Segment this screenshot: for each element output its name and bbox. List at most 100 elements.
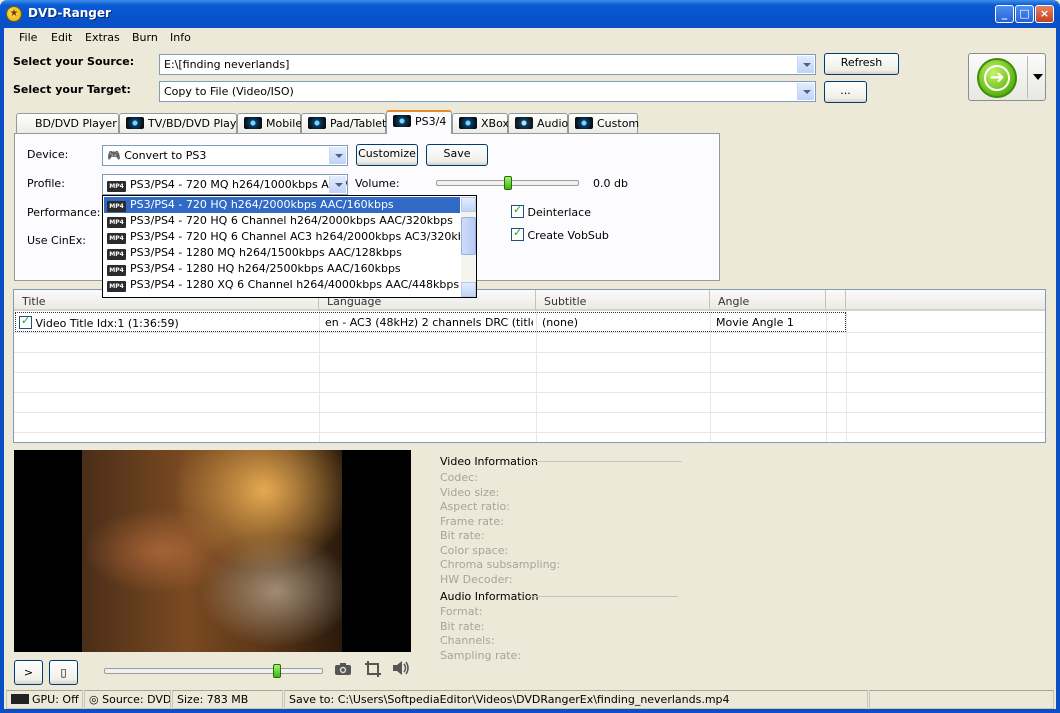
- deinterlace-checkbox[interactable]: Deinterlace: [511, 203, 591, 219]
- gamepad-icon: 🎮: [107, 149, 121, 162]
- chevron-down-icon[interactable]: [797, 83, 814, 100]
- profile-option[interactable]: MP4 PS3/PS4 - 1280 XQ 6 Channel h264/4000…: [104, 277, 460, 293]
- profile-option[interactable]: MP4 PS3/PS4 - 1280 HQ h264/2500kbps AAC/1…: [104, 261, 460, 277]
- tab-custom[interactable]: Custom: [568, 113, 639, 133]
- video-preview[interactable]: [14, 450, 411, 652]
- window-title: DVD-Ranger: [28, 6, 111, 20]
- minimize-button[interactable]: _: [995, 5, 1014, 23]
- gpu-status: GPU: Off: [6, 690, 83, 709]
- video-codec-label: Codec:: [440, 471, 478, 484]
- menu-bar: File Edit Extras Burn Info: [4, 28, 1056, 48]
- tab-ps3-4[interactable]: PS3/4: [386, 110, 452, 134]
- aspect-ratio-label: Aspect ratio:: [440, 500, 510, 513]
- tab-mobile[interactable]: Mobile: [237, 113, 302, 133]
- tab-pad-tablet[interactable]: Pad/Tablet: [301, 113, 386, 133]
- scroll-down-icon[interactable]: [461, 282, 476, 297]
- title-bar[interactable]: ★ DVD-Ranger _ □ ×: [0, 0, 1060, 28]
- speaker-icon[interactable]: [392, 660, 410, 676]
- video-size-label: Video size:: [440, 486, 500, 499]
- mp4-icon: MP4: [107, 201, 126, 212]
- chroma-subsampling-label: Chroma subsampling:: [440, 558, 561, 571]
- source-value: E:\[finding neverlands]: [164, 58, 290, 71]
- profile-label: Profile:: [27, 177, 65, 190]
- scroll-up-icon[interactable]: [461, 197, 476, 212]
- profile-combo[interactable]: MP4 PS3/PS4 - 720 MQ h264/1000kbps AAC/1: [102, 174, 348, 195]
- source-combo[interactable]: E:\[finding neverlands]: [159, 54, 816, 75]
- tab-bd-dvd-player[interactable]: BD/DVD Player: [16, 113, 119, 133]
- volume-label: Volume:: [355, 177, 400, 190]
- mp4-icon: MP4: [107, 181, 126, 192]
- mp4-icon: MP4: [107, 281, 126, 292]
- volume-value: 0.0 db: [593, 177, 628, 190]
- track-language-cell[interactable]: en - AC3 (48kHz) 2 channels DRC (title .…: [325, 316, 533, 329]
- start-button[interactable]: ➜: [968, 53, 1046, 101]
- profile-option[interactable]: MP4 PS3/PS4 - 1280 MQ h264/1500kbps AAC/1…: [104, 245, 460, 261]
- checkbox-checked-icon: [511, 203, 524, 218]
- vobsub-checkbox[interactable]: Create VobSub: [511, 226, 609, 242]
- checkbox-checked-icon: [511, 226, 524, 241]
- track-angle-cell[interactable]: Movie Angle 1: [716, 316, 824, 329]
- device-value: Convert to PS3: [124, 149, 207, 162]
- chevron-down-icon[interactable]: [329, 147, 346, 164]
- tab-audio[interactable]: Audio: [508, 113, 568, 133]
- checkbox-checked-icon[interactable]: [19, 316, 32, 329]
- menu-edit[interactable]: Edit: [51, 31, 72, 44]
- dropdown-scrollbar[interactable]: [461, 197, 476, 297]
- play-button[interactable]: >: [14, 660, 43, 685]
- source-label: Select your Source:: [13, 55, 135, 68]
- menu-file[interactable]: File: [19, 31, 37, 44]
- audio-info-heading: Audio Information: [440, 590, 539, 603]
- mp4-icon: MP4: [107, 249, 126, 260]
- close-button[interactable]: ×: [1035, 5, 1054, 23]
- audio-format-label: Format:: [440, 605, 483, 618]
- volume-slider-thumb[interactable]: [503, 176, 512, 190]
- menu-burn[interactable]: Burn: [132, 31, 158, 44]
- camera-icon[interactable]: [334, 661, 352, 677]
- maximize-button[interactable]: □: [1015, 5, 1034, 23]
- seek-slider-thumb[interactable]: [273, 664, 281, 678]
- scroll-thumb[interactable]: [461, 217, 476, 255]
- column-header-angle[interactable]: Angle: [710, 290, 826, 311]
- save-to-status: Save to: C:\Users\SoftpediaEditor\Videos…: [284, 690, 868, 709]
- profile-option[interactable]: MP4 PS3/PS4 - 720 HQ h264/2000kbps AAC/16…: [104, 197, 460, 213]
- menu-extras[interactable]: Extras: [85, 31, 120, 44]
- app-star-icon[interactable]: ★: [6, 6, 22, 22]
- column-header-subtitle[interactable]: Subtitle: [536, 290, 710, 311]
- audio-channels-label: Channels:: [440, 634, 495, 647]
- save-button[interactable]: Save: [426, 144, 488, 166]
- disc-icon: [244, 117, 262, 129]
- dropdown-arrow-icon[interactable]: [1033, 74, 1043, 80]
- track-title-cell[interactable]: Video Title Idx:1 (1:36:59): [19, 316, 315, 330]
- track-subtitle-cell[interactable]: (none): [542, 316, 707, 329]
- status-bar: GPU: Off ◎ Source: DVD Size: 783 MB Save…: [4, 690, 1056, 709]
- target-combo[interactable]: Copy to File (Video/ISO): [159, 81, 816, 102]
- device-label: Device:: [27, 148, 69, 161]
- nvidia-cuda-icon: [11, 694, 29, 704]
- stop-button[interactable]: ▯: [49, 660, 78, 685]
- menu-info[interactable]: Info: [170, 31, 191, 44]
- crop-icon[interactable]: [364, 660, 382, 678]
- browse-button[interactable]: ...: [824, 81, 867, 103]
- chevron-down-icon[interactable]: [797, 56, 814, 73]
- size-status: Size: 783 MB: [172, 690, 283, 709]
- target-label: Select your Target:: [13, 83, 131, 96]
- column-header-extra[interactable]: [826, 290, 846, 311]
- profile-option[interactable]: MP4 PS3/PS4 - 720 HQ 6 Channel AC3 h264/2…: [104, 229, 460, 245]
- profile-dropdown-list[interactable]: MP4 PS3/PS4 - 720 HQ h264/2000kbps AAC/16…: [102, 195, 477, 298]
- customize-button[interactable]: Customize: [356, 144, 418, 166]
- profile-option[interactable]: MP4 PS3/PS4 - 720 HQ 6 Channel h264/2000k…: [104, 213, 460, 229]
- video-info-heading: Video Information: [440, 455, 538, 468]
- tab-xbox[interactable]: XBox: [452, 113, 509, 133]
- profile-value: PS3/PS4 - 720 MQ h264/1000kbps AAC/1: [130, 178, 348, 191]
- chevron-down-icon[interactable]: [329, 176, 346, 193]
- cinex-label: Use CinEx:: [27, 234, 86, 247]
- refresh-button[interactable]: Refresh: [824, 53, 899, 75]
- seek-slider[interactable]: [104, 668, 323, 674]
- track-list[interactable]: Title Language Subtitle Angle Video Titl…: [13, 289, 1046, 443]
- video-frame-image: [82, 450, 342, 652]
- device-combo[interactable]: 🎮 Convert to PS3: [102, 145, 348, 166]
- tab-tv-bd-dvd-player[interactable]: TV/BD/DVD Player: [119, 113, 248, 133]
- mp4-icon: MP4: [107, 265, 126, 276]
- mp4-icon: MP4: [107, 217, 126, 228]
- target-value: Copy to File (Video/ISO): [164, 85, 294, 98]
